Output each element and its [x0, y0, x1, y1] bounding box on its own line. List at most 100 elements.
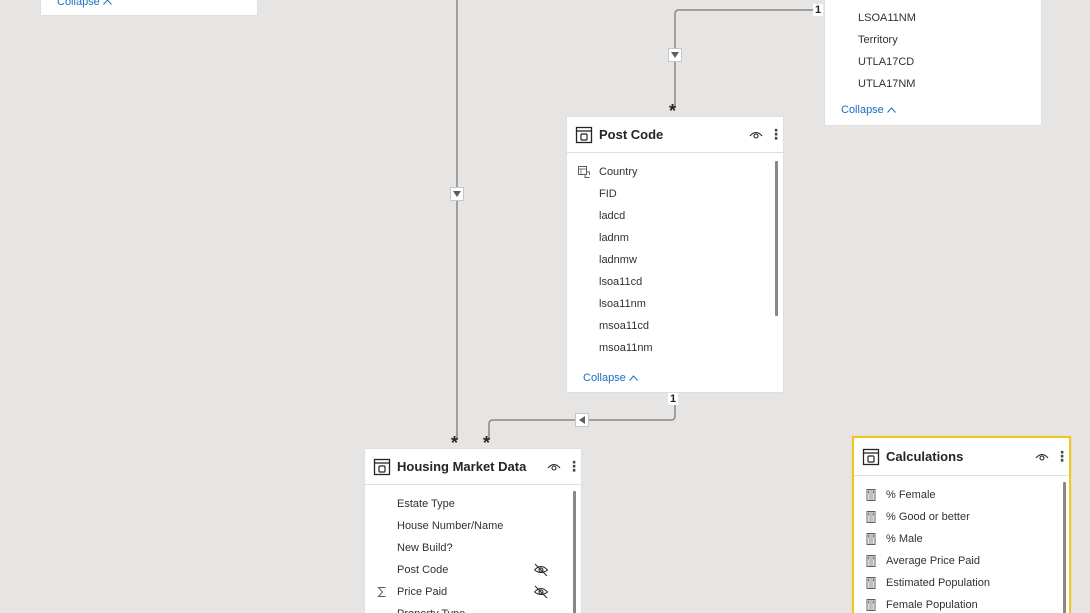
field-row[interactable]: Female Population — [864, 594, 1059, 613]
field-row[interactable]: ladnmw — [577, 249, 767, 271]
field-row[interactable]: Estimated Population — [864, 572, 1059, 594]
field-label: % Good or better — [886, 511, 970, 523]
visibility-eye-icon[interactable] — [547, 462, 561, 472]
more-options-icon[interactable]: ⋮ — [769, 126, 783, 143]
chevron-up-icon — [102, 0, 112, 5]
field-label: % Female — [886, 489, 936, 501]
field-row[interactable]: Territory — [858, 29, 916, 51]
calculator-icon — [864, 533, 878, 545]
collapse-label: Collapse — [583, 372, 626, 384]
field-row[interactable]: ladcd — [577, 205, 767, 227]
table-card-calculations[interactable]: Calculations ⋮ % Female % Good or better%… — [852, 436, 1071, 613]
cardinality-many-label: * — [483, 433, 491, 453]
cardinality-many-label: * — [451, 433, 459, 453]
field-row[interactable]: % Female — [864, 484, 1059, 506]
field-list: Country FID ladcd ladnm ladnmw lsoa11cd lsoa11… — [577, 161, 767, 359]
field-row[interactable]: % Good or better — [864, 506, 1059, 528]
field-row[interactable]: lsoa11nm — [577, 293, 767, 315]
field-list: % Female % Good or better % Male Average Pr… — [864, 484, 1059, 613]
field-row[interactable]: msoa11nm — [577, 337, 767, 359]
visibility-eye-icon[interactable] — [1035, 452, 1049, 462]
calculator-icon — [864, 511, 878, 523]
field-row[interactable]: Property Type — [375, 603, 565, 613]
table-title: Post Code — [599, 127, 664, 142]
chevron-up-icon — [886, 107, 896, 113]
field-label: lsoa11nm — [599, 298, 646, 310]
collapse-link[interactable]: Collapse — [841, 104, 896, 116]
field-row[interactable]: FID — [577, 183, 767, 205]
hidden-eye-icon[interactable] — [533, 585, 549, 602]
field-label: Country — [599, 166, 638, 178]
field-row[interactable]: Price Paid — [375, 581, 565, 603]
chevron-up-icon — [628, 375, 638, 381]
field-row[interactable]: Estate Type — [375, 493, 565, 515]
field-label: FID — [599, 188, 617, 200]
field-row[interactable]: ladnm — [577, 227, 767, 249]
field-row[interactable]: New Build? — [375, 537, 565, 559]
table-card-housing-market-data[interactable]: Housing Market Data ⋮ Estate Type House N… — [365, 449, 581, 613]
field-label: House Number/Name — [397, 520, 504, 532]
field-label: Estate Type — [397, 498, 455, 510]
field-row[interactable]: Post Code — [375, 559, 565, 581]
cardinality-one-label: 1 — [668, 393, 679, 405]
sigma-icon — [375, 586, 389, 598]
field-label: % Male — [886, 533, 923, 545]
card-header[interactable]: Post Code ⋮ — [567, 117, 783, 153]
field-label: ladnmw — [599, 254, 637, 266]
field-row[interactable]: LSOA11NM — [858, 7, 916, 29]
collapse-label: Collapse — [841, 104, 884, 116]
field-row[interactable]: Country — [577, 161, 767, 183]
cardinality-one-label: 1 — [813, 4, 824, 16]
field-row[interactable]: UTLA17CD — [858, 51, 916, 73]
field-label: Territory — [858, 34, 898, 46]
filter-direction-left-icon[interactable] — [575, 413, 589, 427]
field-label: New Build? — [397, 542, 453, 554]
cardinality-many-label: * — [669, 101, 677, 121]
field-row[interactable]: Average Price Paid — [864, 550, 1059, 572]
field-label: msoa11cd — [599, 320, 649, 332]
filter-direction-down-icon[interactable] — [668, 48, 682, 62]
collapse-link[interactable]: Collapse — [583, 372, 638, 384]
field-row[interactable]: % Male — [864, 528, 1059, 550]
field-row[interactable]: House Number/Name — [375, 515, 565, 537]
table-title: Housing Market Data — [397, 459, 527, 474]
table-card-top-left[interactable]: Collapse — [41, 0, 257, 15]
card-header[interactable]: Housing Market Data ⋮ — [365, 449, 581, 485]
filter-direction-down-icon[interactable] — [450, 187, 464, 201]
field-label: ladcd — [599, 210, 626, 222]
field-row[interactable]: UTLA17NM — [858, 73, 916, 95]
field-label: Post Code — [397, 564, 449, 576]
field-label: lsoa11cd — [599, 276, 643, 288]
calculator-icon — [864, 577, 878, 589]
table-icon — [575, 126, 593, 143]
table-title: Calculations — [886, 449, 964, 464]
visibility-eye-icon[interactable] — [749, 130, 763, 140]
more-options-icon[interactable]: ⋮ — [567, 458, 581, 475]
table-card-geography[interactable]: LSOA11NM Territory UTLA17CD UTLA17NM Collap… — [825, 0, 1041, 125]
field-label: Property Type — [397, 608, 465, 613]
calculator-icon — [864, 489, 878, 501]
scrollbar[interactable] — [775, 161, 778, 316]
hidden-eye-icon[interactable] — [533, 563, 549, 580]
field-row[interactable]: lsoa11cd — [577, 271, 767, 293]
field-label: LSOA11NM — [858, 12, 916, 24]
scrollbar[interactable] — [573, 491, 576, 613]
scrollbar[interactable] — [1063, 482, 1066, 613]
field-label: UTLA17CD — [858, 56, 915, 68]
table-icon — [373, 458, 391, 475]
field-label: Average Price Paid — [886, 555, 980, 567]
field-label: Estimated Population — [886, 577, 990, 589]
card-header[interactable]: Calculations ⋮ — [854, 438, 1069, 476]
table-card-post-code[interactable]: Post Code ⋮ Country FID ladcd ladnm ladnmw ls… — [567, 117, 783, 392]
hierarchy-icon — [577, 166, 591, 178]
field-row[interactable]: msoa11cd — [577, 315, 767, 337]
table-icon — [862, 448, 880, 465]
collapse-link[interactable]: Collapse — [57, 0, 112, 8]
field-label: Female Population — [886, 599, 978, 611]
field-list: LSOA11NM Territory UTLA17CD UTLA17NM — [858, 7, 916, 95]
model-canvas[interactable]: 1 * 1 * * Collapse LSOA11NM Territory UTLA… — [0, 0, 1090, 613]
field-label: ladnm — [599, 232, 629, 244]
field-label: UTLA17NM — [858, 78, 916, 90]
field-label: Price Paid — [397, 586, 448, 598]
more-options-icon[interactable]: ⋮ — [1055, 448, 1069, 465]
